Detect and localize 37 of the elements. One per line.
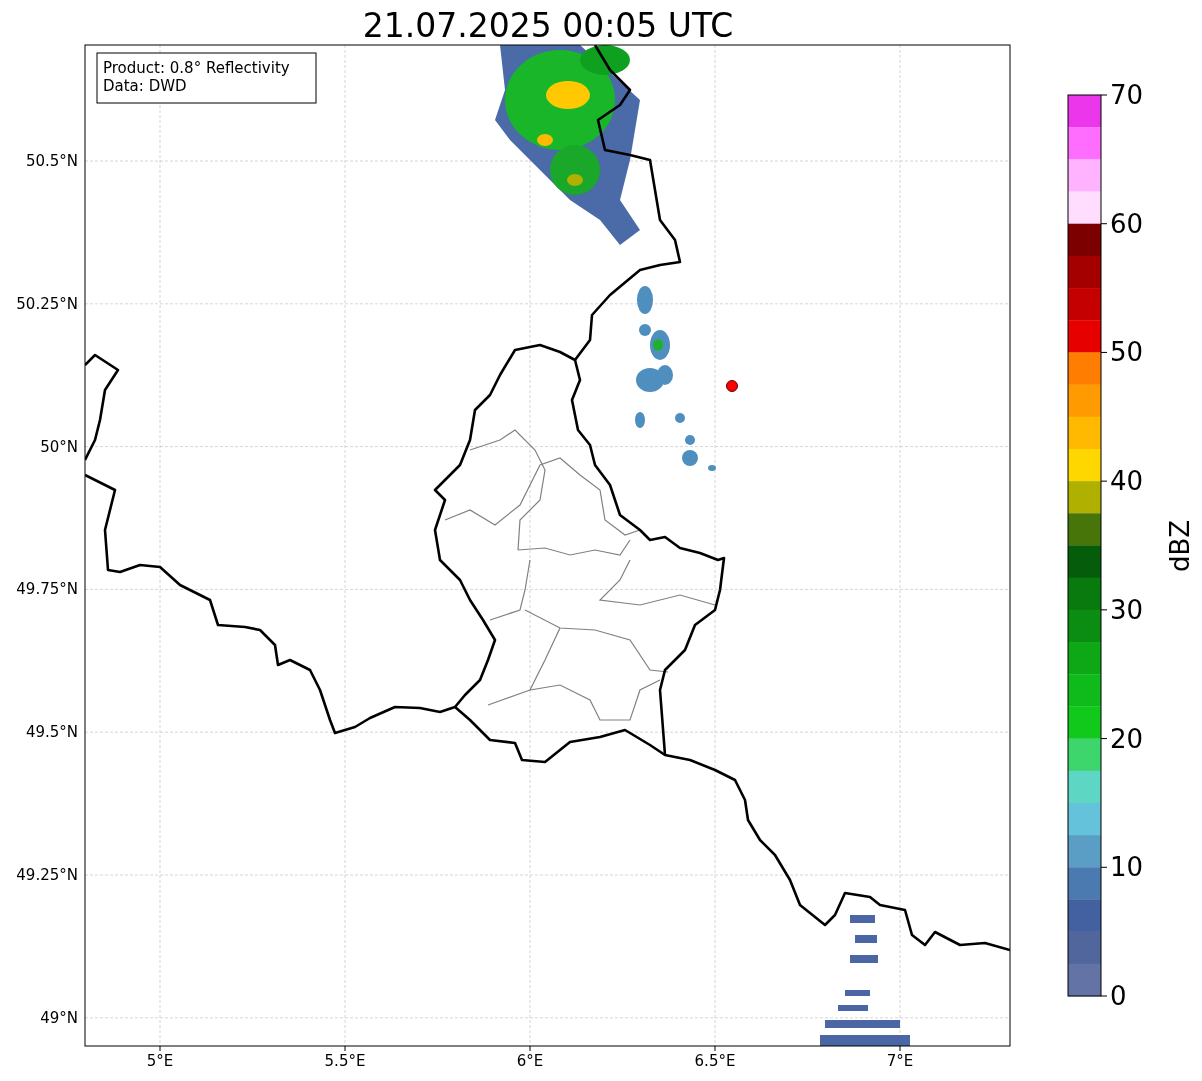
axis-tick bbox=[1100, 351, 1108, 353]
axis-tick bbox=[1100, 609, 1108, 611]
axis-tick bbox=[899, 1045, 901, 1052]
info-text: Data: DWD bbox=[103, 77, 187, 95]
colorbar-tick-label: 50 bbox=[1110, 337, 1144, 368]
x-tick-label: 7°E bbox=[886, 1052, 914, 1070]
axis-tick bbox=[529, 1045, 531, 1052]
y-tick-label: 50.25°N bbox=[16, 294, 78, 313]
y-tick-label: 49.5°N bbox=[25, 723, 78, 742]
colorbar-tick-label: 40 bbox=[1110, 466, 1144, 497]
axis-tick bbox=[1100, 995, 1108, 997]
x-tick-label: 5°E bbox=[146, 1052, 174, 1070]
axis-tick bbox=[344, 1045, 346, 1052]
y-tick-label: 49.75°N bbox=[16, 580, 78, 599]
y-tick-label: 49°N bbox=[40, 1008, 78, 1027]
axis-tick bbox=[714, 1045, 716, 1052]
colorbar-tick-label: 70 bbox=[1110, 80, 1144, 110]
x-tick-label: 6°E bbox=[516, 1052, 544, 1070]
colorbar-tick-label: 0 bbox=[1110, 981, 1127, 1011]
axis-tick bbox=[1100, 738, 1108, 740]
axis-tick bbox=[1100, 866, 1108, 868]
colorbar-tick-label: 10 bbox=[1110, 852, 1144, 883]
chart-title: 21.07.2025 00:05 UTC bbox=[362, 6, 734, 45]
x-tick-label: 5.5°E bbox=[324, 1052, 366, 1070]
axis-tick bbox=[159, 1045, 161, 1052]
axis-tick bbox=[1100, 480, 1108, 482]
colorbar-label: dBZ bbox=[1165, 519, 1195, 573]
colorbar-tick-label: 20 bbox=[1110, 723, 1144, 754]
axis-tick bbox=[1100, 94, 1108, 96]
y-tick-label: 50°N bbox=[40, 437, 78, 456]
x-tick-label: 6.5°E bbox=[694, 1052, 736, 1070]
colorbar-tick-label: 30 bbox=[1110, 594, 1144, 625]
y-tick-label: 49.25°N bbox=[16, 866, 78, 884]
info-text: Product: 0.8° Reflectivity bbox=[103, 59, 290, 77]
y-tick-label: 50.5°N bbox=[25, 152, 78, 170]
axis-tick bbox=[1100, 223, 1108, 225]
colorbar-tick-label: 60 bbox=[1110, 208, 1144, 239]
